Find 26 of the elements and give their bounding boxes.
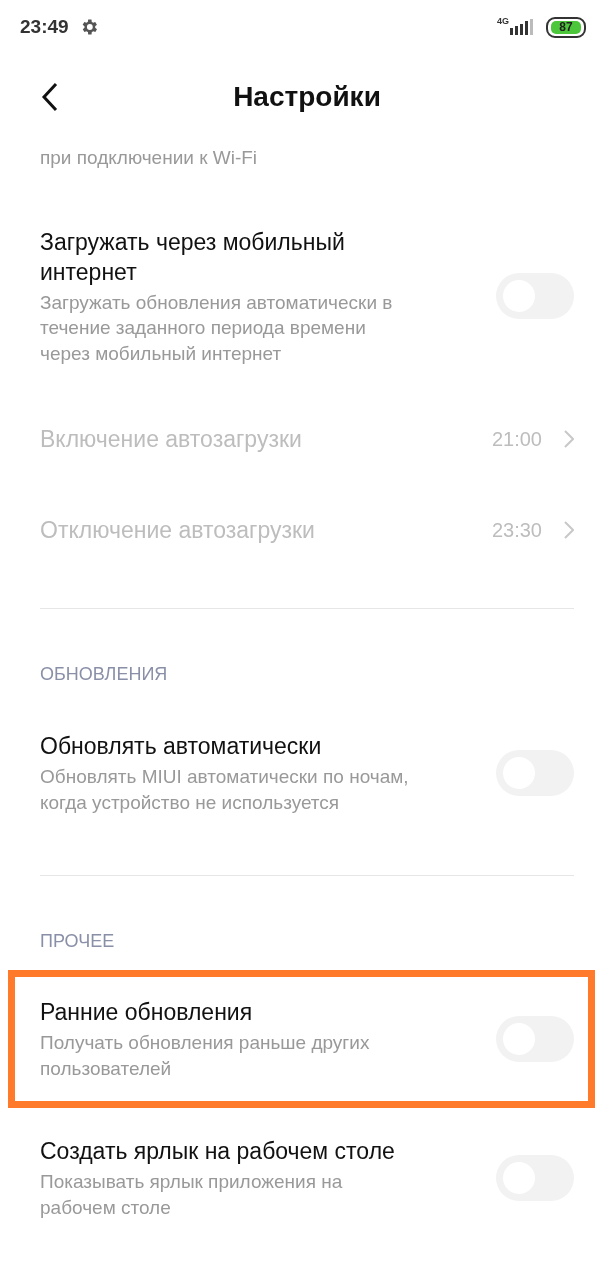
setting-title: Ранние обновления xyxy=(40,998,254,1027)
setting-description: Получать обновления раньше других пользователей xyxy=(40,1031,371,1081)
section-header: ПРОЧЕЕ xyxy=(40,930,115,953)
back-icon[interactable] xyxy=(41,82,59,112)
battery-indicator: 87 xyxy=(546,16,586,38)
chevron-icon xyxy=(564,521,574,539)
network-type: 4G xyxy=(497,16,509,26)
setting-description: при подключении к Wi-Fi xyxy=(40,146,258,170)
setting-title: Обновлять автоматически xyxy=(40,732,323,761)
chevron-icon xyxy=(564,430,574,448)
setting-title: Отключение автозагрузки xyxy=(40,516,316,545)
setting-value: 23:30 xyxy=(491,518,542,542)
setting-title: Создать ярлык на рабочем столе xyxy=(40,1137,396,1166)
setting-row[interactable]: Загружать через мобильный интернет Загружать обновления автоматически в течение заданного периода времени через мобильный интернет xyxy=(0,198,614,394)
status-time: 23:49 xyxy=(20,16,69,38)
setting-description: Загружать обновления автоматически в течение заданного периода времени через мобильный интернет xyxy=(40,290,394,366)
setting-row[interactable]: Создать ярлык на рабочем столе Показывать ярлык приложения на рабочем столе xyxy=(0,1108,614,1248)
setting-title: Загружать через мобильный интернет xyxy=(40,227,346,287)
page-title: Настройки xyxy=(233,81,381,113)
setting-row[interactable]: Обновлять автоматически Обновлять MIUI автоматически по ночам, когда устройство не используется xyxy=(0,703,614,843)
setting-value: 21:00 xyxy=(491,427,542,451)
signal-icon xyxy=(510,19,536,35)
section-header: ОБНОВЛЕНИЯ xyxy=(40,663,168,686)
setting-title: Включение автозагрузки xyxy=(40,425,303,454)
setting-description: Обновлять MIUI автоматически по ночам, когда устройство не используется xyxy=(40,765,410,815)
setting-description: Показывать ярлык приложения на рабочем столе xyxy=(40,1170,344,1220)
